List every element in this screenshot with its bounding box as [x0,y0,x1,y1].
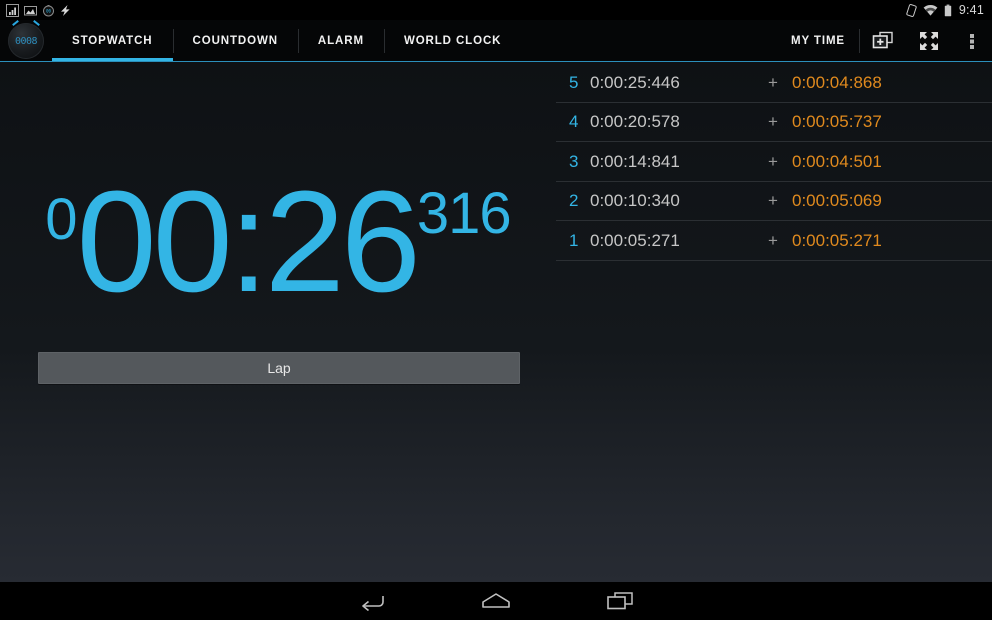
tab-bar: STOPWATCH COUNTDOWN ALARM WORLD CLOCK [52,20,521,62]
lap-total-time: 0:00:05:271 [590,230,680,250]
lap-row[interactable]: 5 0:00:25:446 + 0:00:04:868 [556,63,992,103]
lap-index: 2 [569,191,579,211]
system-navigation-bar [0,582,992,620]
stopwatch-pane: 0 00:26 316 Lap [0,62,556,582]
home-icon [482,593,510,608]
lap-row[interactable]: 1 0:00:05:271 + 0:00:05:271 [556,221,992,261]
app-icon-label: 0008 [14,35,38,47]
lap-button[interactable]: Lap [38,352,520,384]
lap-index: 4 [569,112,579,132]
stopwatch-hours: 0 [45,187,77,252]
action-bar: 0008 STOPWATCH COUNTDOWN ALARM WORLD CLO… [0,20,992,62]
status-bar: 00 9:41 [0,0,992,20]
lap-list[interactable]: 5 0:00:25:446 + 0:00:04:868 4 0:00:20:57… [556,62,992,582]
lap-index: 3 [569,151,579,171]
tab-alarm-label: ALARM [317,35,364,47]
stopwatch-time: 00:26 [76,161,421,322]
recents-button[interactable] [592,582,648,620]
svg-text:00: 00 [46,8,51,13]
stopwatch-icon: 0008 [8,23,44,59]
stopwatch-app-window: 00 9:41 0008 STOPWATCH COUNTDOWN ALARM W… [0,0,992,620]
battery-icon [944,4,952,16]
lap-plus-symbol: + [768,230,778,250]
wifi-icon [923,4,938,15]
lap-button-label: Lap [267,360,291,376]
tab-world-clock-label: WORLD CLOCK [403,35,502,47]
tab-countdown[interactable]: COUNTDOWN [172,20,298,62]
overflow-menu-icon [970,34,974,49]
tab-world-clock[interactable]: WORLD CLOCK [383,20,521,62]
lap-plus-symbol: + [768,112,778,132]
rotation-lock-icon [906,3,917,17]
lap-total-time: 0:00:25:446 [590,72,680,92]
status-bar-system-icons: 9:41 [906,3,984,17]
lap-row[interactable]: 2 0:00:10:340 + 0:00:05:069 [556,182,992,222]
tab-countdown-label: COUNTDOWN [192,35,278,47]
lap-plus-symbol: + [768,191,778,211]
lap-total-time: 0:00:20:578 [590,112,680,132]
flash-icon [61,4,70,16]
app-icon[interactable]: 0008 [0,20,52,62]
lap-plus-symbol: + [768,72,778,92]
add-stopwatch-icon [872,31,893,49]
stopwatch-notification-icon: 00 [43,4,54,16]
back-button[interactable] [344,582,400,620]
status-bar-clock: 9:41 [958,3,984,17]
back-icon [362,596,384,611]
tab-stopwatch[interactable]: STOPWATCH [52,20,173,62]
lap-index: 1 [569,230,579,250]
screenshot-icon [24,5,37,15]
signal-bars-icon [6,3,19,17]
my-time-button[interactable]: MY TIME [777,35,859,47]
recents-icon [607,592,633,610]
status-bar-notification-icons: 00 [6,3,71,17]
tab-alarm[interactable]: ALARM [297,20,384,62]
lap-total-time: 0:00:14:841 [590,151,680,171]
lap-split-time: 0:00:05:069 [792,191,882,211]
lap-plus-symbol: + [768,151,778,171]
lap-row[interactable]: 3 0:00:14:841 + 0:00:04:501 [556,142,992,182]
lap-split-time: 0:00:04:868 [792,72,882,92]
stopwatch-millis: 316 [416,181,512,246]
lap-split-time: 0:00:04:501 [792,151,882,171]
fullscreen-icon [920,32,938,50]
lap-split-time: 0:00:05:737 [792,112,882,132]
lap-row[interactable]: 4 0:00:20:578 + 0:00:05:737 [556,103,992,143]
stopwatch-display: 0 00:26 316 [0,170,556,314]
lap-split-time: 0:00:05:271 [792,230,882,250]
tab-stopwatch-label: STOPWATCH [72,35,153,47]
lap-total-time: 0:00:10:340 [590,191,680,211]
lap-index: 5 [569,72,579,92]
overflow-menu-button[interactable] [952,20,992,62]
action-bar-actions: MY TIME [777,20,992,62]
home-button[interactable] [468,582,524,620]
fullscreen-button[interactable] [906,20,952,62]
main-content: 0 00:26 316 Lap 5 0:00:25:446 + 0:00:04:… [0,62,992,582]
add-stopwatch-button[interactable] [860,20,906,62]
